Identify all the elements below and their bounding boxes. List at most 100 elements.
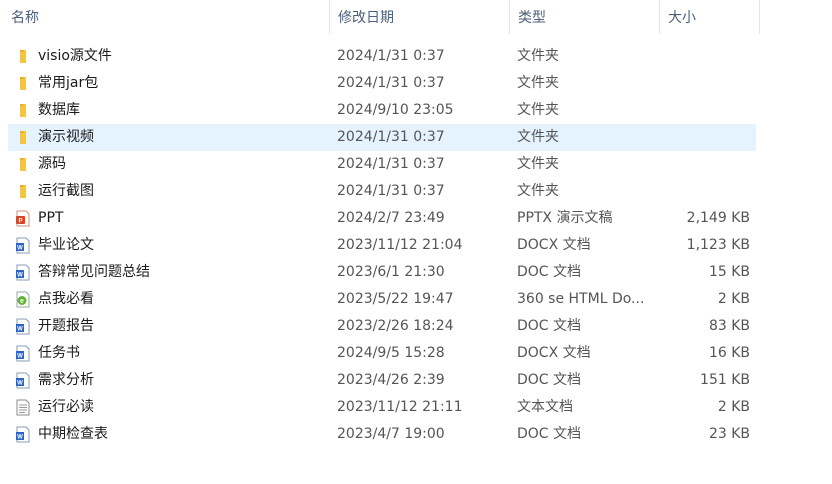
file-name: 任务书	[38, 345, 80, 361]
folder-icon	[15, 129, 31, 146]
file-list: visio源文件 2024/1/31 0:37 文件夹 常用jar包 2024/1/31…	[8, 43, 756, 448]
column-header-size[interactable]: 大小	[660, 0, 760, 34]
word-file-icon: W	[15, 345, 31, 362]
file-modified-date: 2024/1/31 0:37	[337, 75, 445, 91]
file-type: 文件夹	[517, 75, 559, 91]
file-size: 1,123 KB	[686, 237, 750, 253]
file-row[interactable]: W 答辩常见问题总结 2023/6/1 21:30 DOC 文档 15 KB	[8, 259, 756, 286]
svg-text:W: W	[17, 354, 23, 360]
column-header-type-label: 类型	[518, 10, 546, 26]
file-explorer: 名称 ^ 修改日期 类型 大小 visio源文件 2024/1/31 0:37 文件…	[0, 0, 832, 484]
file-row[interactable]: 运行截图 2024/1/31 0:37 文件夹	[8, 178, 756, 205]
folder-icon	[15, 75, 31, 92]
file-name: 需求分析	[38, 372, 94, 388]
folder-icon	[15, 156, 31, 173]
file-row[interactable]: 常用jar包 2024/1/31 0:37 文件夹	[8, 70, 756, 97]
file-row[interactable]: W 任务书 2024/9/5 15:28 DOCX 文档 16 KB	[8, 340, 756, 367]
word-file-icon: W	[15, 237, 31, 254]
file-name: 答辩常见问题总结	[38, 264, 150, 280]
file-type: 文件夹	[517, 156, 559, 172]
svg-text:P: P	[18, 219, 22, 225]
folder-icon	[15, 183, 31, 200]
file-modified-date: 2024/2/7 23:49	[337, 210, 445, 226]
file-type: DOC 文档	[517, 318, 582, 334]
file-row[interactable]: 演示视频 2024/1/31 0:37 文件夹	[8, 124, 756, 151]
file-modified-date: 2024/1/31 0:37	[337, 156, 445, 172]
file-modified-date: 2023/11/12 21:11	[337, 399, 463, 415]
file-name: 源码	[38, 156, 66, 172]
file-name: 运行截图	[38, 183, 94, 199]
file-row[interactable]: 运行必读 2023/11/12 21:11 文本文档 2 KB	[8, 394, 756, 421]
file-type: DOCX 文档	[517, 237, 591, 253]
file-type: DOCX 文档	[517, 345, 591, 361]
file-name: 开题报告	[38, 318, 94, 334]
file-type: DOC 文档	[517, 372, 582, 388]
column-header-date[interactable]: 修改日期	[330, 0, 510, 34]
svg-text:W: W	[17, 246, 23, 252]
file-modified-date: 2023/11/12 21:04	[337, 237, 463, 253]
file-size: 2 KB	[717, 291, 750, 307]
file-modified-date: 2024/9/10 23:05	[337, 102, 454, 118]
file-size: 15 KB	[708, 264, 750, 280]
svg-text:W: W	[17, 435, 23, 441]
file-name: 数据库	[38, 102, 80, 118]
svg-text:W: W	[17, 381, 23, 387]
folder-icon	[15, 102, 31, 119]
column-header-date-label: 修改日期	[338, 10, 394, 26]
column-header-type[interactable]: 类型	[510, 0, 660, 34]
file-size: 2,149 KB	[686, 210, 750, 226]
file-row[interactable]: 源码 2024/1/31 0:37 文件夹	[8, 151, 756, 178]
file-type: 文件夹	[517, 129, 559, 145]
file-modified-date: 2023/5/22 19:47	[337, 291, 454, 307]
file-row[interactable]: W 毕业论文 2023/11/12 21:04 DOCX 文档 1,123 KB	[8, 232, 756, 259]
file-size: 2 KB	[717, 399, 750, 415]
file-type: 文件夹	[517, 183, 559, 199]
file-name: PPT	[38, 210, 64, 226]
svg-text:W: W	[17, 327, 23, 333]
file-modified-date: 2023/4/26 2:39	[337, 372, 445, 388]
file-modified-date: 2023/6/1 21:30	[337, 264, 445, 280]
file-size: 23 KB	[708, 426, 750, 442]
file-row[interactable]: e 点我必看 2023/5/22 19:47 360 se HTML Do... 2 K…	[8, 286, 756, 313]
file-type: DOC 文档	[517, 264, 582, 280]
file-type: 文件夹	[517, 102, 559, 118]
column-header-size-label: 大小	[668, 10, 696, 26]
file-row[interactable]: W 中期检查表 2023/4/7 19:00 DOC 文档 23 KB	[8, 421, 756, 448]
file-type: 文本文档	[517, 399, 573, 415]
column-header-name[interactable]: 名称 ^	[0, 0, 330, 34]
file-type: 文件夹	[517, 48, 559, 64]
file-type: 360 se HTML Do...	[517, 291, 645, 307]
folder-icon	[15, 48, 31, 65]
file-name: 演示视频	[38, 129, 94, 145]
file-name: 毕业论文	[38, 237, 94, 253]
file-size: 16 KB	[708, 345, 750, 361]
file-name: 点我必看	[38, 291, 94, 307]
file-modified-date: 2024/1/31 0:37	[337, 183, 445, 199]
file-row[interactable]: visio源文件 2024/1/31 0:37 文件夹	[8, 43, 756, 70]
html-file-icon: e	[15, 291, 31, 308]
file-type: PPTX 演示文稿	[517, 210, 613, 226]
file-row[interactable]: 数据库 2024/9/10 23:05 文件夹	[8, 97, 756, 124]
file-name: visio源文件	[38, 48, 112, 64]
file-name: 运行必读	[38, 399, 94, 415]
file-modified-date: 2024/9/5 15:28	[337, 345, 445, 361]
text-file-icon	[15, 399, 31, 416]
file-row[interactable]: P PPT 2024/2/7 23:49 PPTX 演示文稿 2,149 KB	[8, 205, 756, 232]
column-header-name-label: 名称	[11, 10, 39, 26]
svg-text:W: W	[17, 273, 23, 279]
word-file-icon: W	[15, 426, 31, 443]
file-row[interactable]: W 需求分析 2023/4/26 2:39 DOC 文档 151 KB	[8, 367, 756, 394]
file-modified-date: 2023/4/7 19:00	[337, 426, 445, 442]
sort-ascending-icon: ^	[162, 0, 172, 8]
file-modified-date: 2024/1/31 0:37	[337, 129, 445, 145]
file-modified-date: 2023/2/26 18:24	[337, 318, 454, 334]
svg-text:e: e	[20, 298, 24, 305]
file-size: 151 KB	[700, 372, 750, 388]
word-file-icon: W	[15, 264, 31, 281]
file-modified-date: 2024/1/31 0:37	[337, 48, 445, 64]
word-file-icon: W	[15, 318, 31, 335]
file-size: 83 KB	[708, 318, 750, 334]
powerpoint-file-icon: P	[15, 210, 31, 227]
file-name: 中期检查表	[38, 426, 108, 442]
file-row[interactable]: W 开题报告 2023/2/26 18:24 DOC 文档 83 KB	[8, 313, 756, 340]
